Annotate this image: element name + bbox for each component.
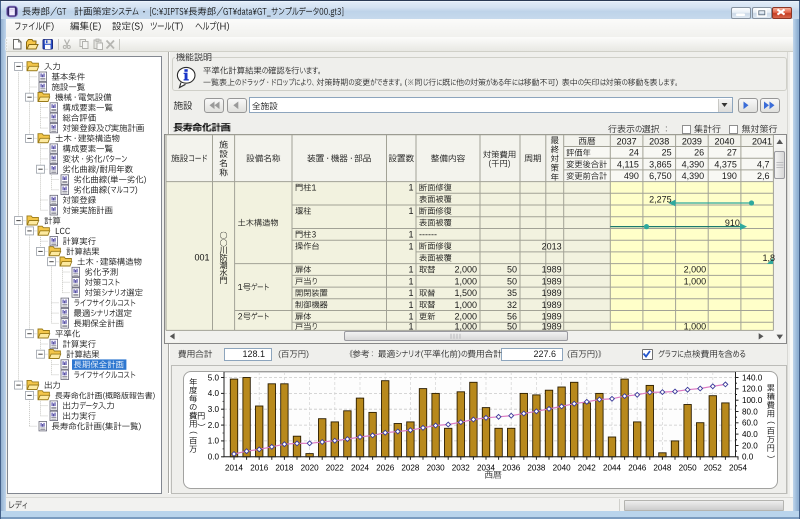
svg-text:1: 1 xyxy=(408,322,413,332)
svg-text:60.0: 60.0 xyxy=(742,419,758,428)
svg-text:40.0: 40.0 xyxy=(742,430,758,439)
svg-text:1: 1 xyxy=(408,230,413,240)
svg-text:910: 910 xyxy=(725,218,740,228)
svg-text:1: 1 xyxy=(408,276,413,286)
svg-text:1989: 1989 xyxy=(542,300,562,310)
svg-text:0.0: 0.0 xyxy=(208,453,220,462)
svg-text:3.0: 3.0 xyxy=(208,405,220,414)
svg-text:35: 35 xyxy=(507,288,517,298)
svg-text:2050: 2050 xyxy=(679,464,698,473)
svg-text:1: 1 xyxy=(408,241,413,251)
svg-text:1: 1 xyxy=(408,206,413,216)
svg-text:190: 190 xyxy=(722,171,737,181)
svg-text:2,000: 2,000 xyxy=(454,312,477,322)
svg-text:2018: 2018 xyxy=(275,464,294,473)
svg-text:1: 1 xyxy=(408,288,413,298)
svg-text:2,275: 2,275 xyxy=(649,194,672,204)
svg-text:4,375: 4,375 xyxy=(714,159,737,169)
svg-text:2,000: 2,000 xyxy=(454,265,477,275)
svg-text:3,865: 3,865 xyxy=(649,159,672,169)
svg-text:2036: 2036 xyxy=(502,464,521,473)
svg-text:5.0: 5.0 xyxy=(208,373,220,382)
svg-text:100.0: 100.0 xyxy=(742,396,763,405)
svg-text:0.0: 0.0 xyxy=(742,453,754,462)
svg-text:2040: 2040 xyxy=(553,464,572,473)
svg-text:1989: 1989 xyxy=(542,312,562,322)
svg-text:001: 001 xyxy=(194,253,209,263)
svg-text:2013: 2013 xyxy=(542,241,562,251)
svg-text:4,115: 4,115 xyxy=(617,159,639,169)
svg-text:6,750: 6,750 xyxy=(649,171,672,181)
svg-text:50: 50 xyxy=(507,322,517,332)
svg-text:4,390: 4,390 xyxy=(682,159,705,169)
svg-text:1: 1 xyxy=(408,312,413,322)
svg-text:490: 490 xyxy=(624,171,639,181)
svg-text:2041: 2041 xyxy=(752,136,772,146)
svg-text:120.0: 120.0 xyxy=(742,385,763,394)
svg-text:24: 24 xyxy=(629,148,639,158)
svg-text:1,000: 1,000 xyxy=(454,276,477,286)
svg-text:80.0: 80.0 xyxy=(742,407,758,416)
svg-text:1: 1 xyxy=(408,300,413,310)
svg-text:26: 26 xyxy=(694,148,704,158)
svg-text:27: 27 xyxy=(727,148,737,158)
svg-text:227.6: 227.6 xyxy=(533,349,556,359)
svg-text:1,8: 1,8 xyxy=(763,253,776,263)
svg-text:50: 50 xyxy=(507,265,517,275)
svg-text:2044: 2044 xyxy=(603,464,622,473)
svg-text:32: 32 xyxy=(507,300,517,310)
svg-text:1989: 1989 xyxy=(542,276,562,286)
svg-text:2038: 2038 xyxy=(527,464,546,473)
svg-text:1: 1 xyxy=(408,183,413,193)
svg-text:2039: 2039 xyxy=(682,136,702,146)
svg-text:56: 56 xyxy=(507,312,517,322)
svg-text:2040: 2040 xyxy=(714,136,734,146)
svg-text:1: 1 xyxy=(408,265,413,275)
svg-text:1,500: 1,500 xyxy=(454,288,477,298)
svg-text:2042: 2042 xyxy=(578,464,597,473)
svg-text:2026: 2026 xyxy=(376,464,395,473)
svg-text:4,390: 4,390 xyxy=(682,171,705,181)
svg-text:1989: 1989 xyxy=(542,288,562,298)
svg-text:2038: 2038 xyxy=(649,136,669,146)
svg-text:25: 25 xyxy=(662,148,672,158)
svg-text:2014: 2014 xyxy=(225,464,244,473)
svg-text:1,000: 1,000 xyxy=(454,322,477,332)
svg-text:1989: 1989 xyxy=(542,322,562,332)
svg-text:2052: 2052 xyxy=(704,464,723,473)
svg-text:------: ------ xyxy=(419,229,437,239)
svg-text:140.0: 140.0 xyxy=(742,373,763,382)
svg-text:4,7: 4,7 xyxy=(757,159,770,169)
svg-text:1,000: 1,000 xyxy=(684,322,707,332)
svg-text:2028: 2028 xyxy=(401,464,420,473)
svg-text:2054: 2054 xyxy=(729,464,748,473)
svg-text:4.0: 4.0 xyxy=(208,389,220,398)
svg-text:2,6: 2,6 xyxy=(757,171,770,181)
svg-text:2032: 2032 xyxy=(452,464,471,473)
svg-text:50: 50 xyxy=(507,276,517,286)
svg-text:2.0: 2.0 xyxy=(208,421,220,430)
svg-text:20.0: 20.0 xyxy=(742,441,758,450)
svg-text:1,000: 1,000 xyxy=(684,276,707,286)
svg-text:2046: 2046 xyxy=(628,464,647,473)
svg-text:2024: 2024 xyxy=(351,464,370,473)
svg-text:2,000: 2,000 xyxy=(684,265,707,275)
svg-text:2048: 2048 xyxy=(653,464,672,473)
svg-text:2022: 2022 xyxy=(326,464,345,473)
svg-text:2016: 2016 xyxy=(250,464,269,473)
svg-text:1,000: 1,000 xyxy=(454,300,477,310)
svg-text:2037: 2037 xyxy=(617,136,637,146)
svg-text:1989: 1989 xyxy=(542,265,562,275)
svg-text:128.1: 128.1 xyxy=(242,349,265,359)
svg-text:2020: 2020 xyxy=(301,464,320,473)
svg-text:1.0: 1.0 xyxy=(208,437,220,446)
svg-text:2030: 2030 xyxy=(427,464,446,473)
